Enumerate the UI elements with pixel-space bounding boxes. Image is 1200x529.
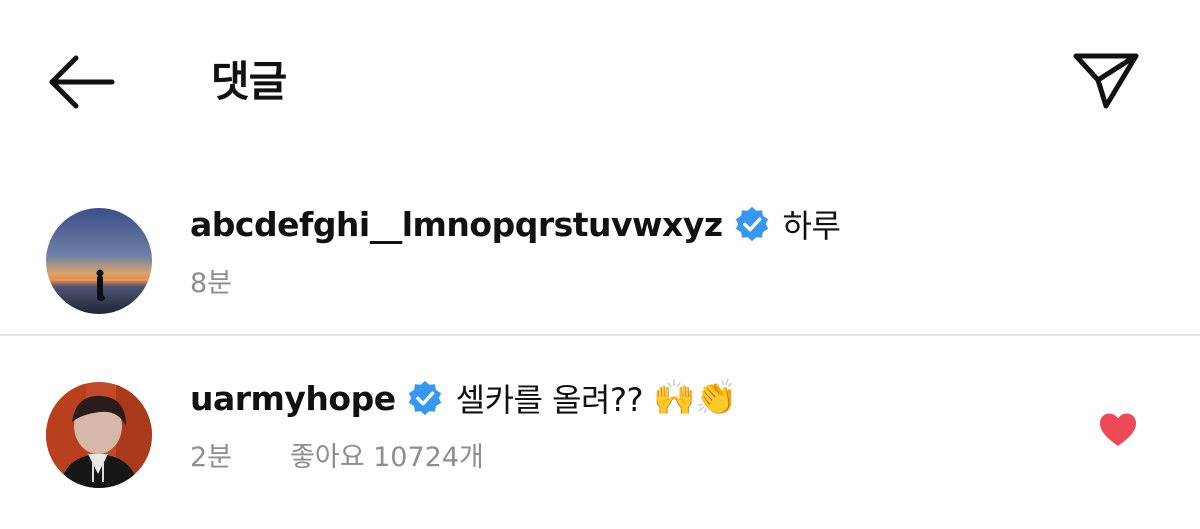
emoji: 🙌👏 — [652, 378, 738, 418]
likes-count[interactable]: 좋아요 10724개 — [290, 435, 484, 474]
comment-text: 셀카를 올려?? — [455, 381, 644, 419]
username[interactable]: uarmyhope — [190, 379, 396, 418]
verified-badge-icon — [408, 380, 441, 416]
heart-icon[interactable] — [1098, 412, 1138, 448]
comment-line: uarmyhope 셀카를 올려?? 🙌👏 — [190, 374, 738, 422]
verified-badge-icon — [735, 206, 768, 242]
username[interactable]: abcdefghi__lmnopqrstuvwxyz — [190, 205, 723, 244]
header: 댓글 — [0, 0, 1200, 165]
comment-meta: 2분 좋아요 10724개 — [190, 434, 484, 474]
comment-meta: 8분 — [190, 260, 232, 300]
avatar[interactable] — [46, 382, 152, 488]
paper-plane-icon[interactable] — [1068, 48, 1144, 112]
comment-time: 2분 — [190, 441, 233, 473]
comment-item: uarmyhope 셀카를 올려?? 🙌👏 2분 좋아요 10724개 — [0, 336, 1200, 529]
person-avatar-image — [46, 382, 152, 488]
comment-time: 8분 — [190, 267, 233, 299]
comment-text: 하루 — [782, 207, 841, 245]
avatar[interactable] — [46, 208, 152, 314]
arrow-left-icon[interactable] — [44, 52, 120, 112]
sunset-avatar-image — [46, 208, 152, 314]
comment-line: abcdefghi__lmnopqrstuvwxyz 하루 — [190, 200, 841, 248]
page-title: 댓글 — [211, 57, 287, 106]
comment-item: abcdefghi__lmnopqrstuvwxyz 하루 8분 — [0, 190, 1200, 334]
